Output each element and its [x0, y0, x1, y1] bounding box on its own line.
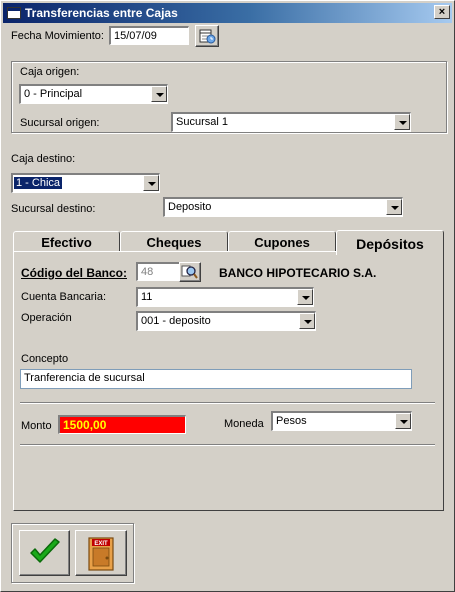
moneda-value: Pesos: [276, 415, 307, 427]
depositos-panel: Código del Banco: 48 BANCO HIPOTECARIO S…: [13, 251, 444, 511]
caja-origen-value: 0 - Principal: [24, 88, 83, 100]
operacion-label: Operación: [21, 312, 72, 324]
fecha-label: Fecha Movimiento:: [11, 30, 104, 42]
operacion-select[interactable]: 001 - deposito: [136, 311, 316, 331]
sucursal-origen-value: Sucursal 1: [176, 116, 228, 128]
concepto-input[interactable]: Tranferencia de sucursal: [20, 369, 412, 389]
exit-door-icon: EXIT: [88, 537, 114, 571]
chevron-down-icon[interactable]: [297, 289, 313, 305]
cuenta-value: 11: [141, 291, 153, 303]
moneda-select[interactable]: Pesos: [271, 411, 412, 431]
calendar-button[interactable]: [195, 25, 219, 47]
chevron-down-icon[interactable]: [394, 114, 410, 130]
divider: [20, 402, 435, 404]
caja-origen-select[interactable]: 0 - Principal: [19, 84, 168, 104]
exit-button[interactable]: EXIT: [75, 530, 127, 576]
banco-nombre: BANCO HIPOTECARIO S.A.: [219, 266, 377, 280]
cuenta-select[interactable]: 11: [136, 287, 314, 307]
banco-label: Código del Banco:: [21, 266, 127, 280]
checkmark-icon: [30, 538, 60, 563]
calendar-icon: [199, 29, 216, 44]
banco-codigo-input[interactable]: 48: [136, 262, 180, 281]
caja-destino-label: Caja destino:: [11, 153, 76, 165]
chevron-down-icon[interactable]: [151, 86, 167, 102]
close-button[interactable]: ×: [434, 5, 450, 19]
caja-destino-value: 1 - Chica: [14, 177, 63, 189]
tab-cupones[interactable]: Cupones: [228, 231, 336, 253]
caja-origen-label: Caja origen:: [20, 66, 80, 78]
window-icon: [7, 7, 21, 19]
cuenta-label: Cuenta Bancaria:: [21, 291, 106, 303]
divider: [20, 444, 435, 446]
buscar-banco-button[interactable]: [179, 262, 201, 282]
search-icon: [181, 265, 198, 279]
monto-label: Monto: [21, 420, 52, 432]
fecha-input[interactable]: 15/07/09: [109, 26, 189, 45]
operacion-value: 001 - deposito: [141, 315, 211, 327]
caja-destino-select[interactable]: 1 - Chica: [11, 173, 160, 193]
exit-sign-text: EXIT: [94, 541, 108, 547]
sucursal-destino-select[interactable]: Deposito: [163, 197, 403, 217]
sucursal-destino-value: Deposito: [168, 201, 212, 213]
title-bar: Transferencias entre Cajas ×: [3, 3, 452, 23]
sucursal-origen-select[interactable]: Sucursal 1: [171, 112, 411, 132]
ok-button[interactable]: [19, 530, 70, 576]
chevron-down-icon[interactable]: [386, 199, 402, 215]
transfer-window: Transferencias entre Cajas × Fecha Movim…: [0, 0, 455, 592]
tab-depositos[interactable]: Depósitos: [336, 230, 444, 255]
monto-input[interactable]: 1500,00: [58, 415, 186, 434]
chevron-down-icon[interactable]: [299, 313, 315, 329]
window-title: Transferencias entre Cajas: [25, 6, 178, 20]
tab-cheques[interactable]: Cheques: [120, 231, 228, 253]
sucursal-origen-label: Sucursal origen:: [20, 117, 100, 129]
tab-efectivo[interactable]: Efectivo: [13, 231, 120, 253]
chevron-down-icon[interactable]: [395, 413, 411, 429]
chevron-down-icon[interactable]: [143, 175, 159, 191]
moneda-label: Moneda: [224, 418, 264, 430]
concepto-label: Concepto: [21, 353, 69, 365]
sucursal-destino-label: Sucursal destino:: [11, 203, 96, 215]
